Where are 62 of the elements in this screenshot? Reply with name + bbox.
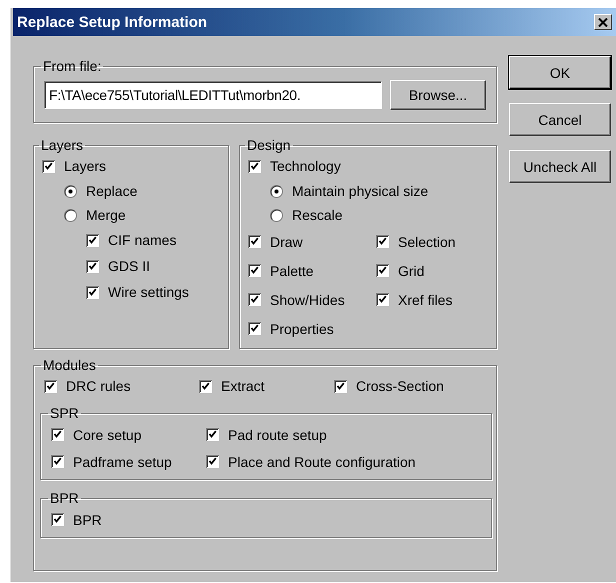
checkbox[interactable]: [248, 235, 261, 248]
radio-label: Replace: [86, 183, 138, 199]
checkbox-label: Grid: [398, 262, 424, 278]
checkbox-label: Show/Hides: [270, 292, 345, 308]
checkbox[interactable]: [86, 286, 99, 298]
group-label: Design: [246, 137, 292, 153]
checkbox[interactable]: [334, 380, 347, 392]
radio-button[interactable]: [64, 208, 77, 222]
group-label: Layers: [40, 137, 84, 153]
checkbox-label: DRC rules: [66, 378, 131, 394]
checkbox[interactable]: [51, 455, 64, 468]
checkbox[interactable]: [51, 513, 64, 526]
checkbox-label: Technology: [270, 158, 341, 174]
checkbox-label: Properties: [270, 320, 334, 336]
checkbox-label: Pad route setup: [228, 426, 327, 442]
checkbox[interactable]: [44, 380, 57, 392]
radio-label: Rescale: [292, 207, 343, 223]
checkbox[interactable]: [248, 293, 261, 306]
checkbox-label: Xref files: [398, 292, 452, 308]
checkbox-label: Selection: [398, 234, 456, 250]
checkbox[interactable]: [42, 160, 55, 172]
checkbox[interactable]: [86, 234, 99, 246]
browse-button[interactable]: Browse...: [390, 80, 486, 110]
dialog-button[interactable]: Cancel: [509, 103, 611, 136]
radio-label: Maintain physical size: [292, 183, 428, 199]
checkbox-label: Extract: [221, 378, 265, 394]
close-icon: [598, 18, 608, 26]
checkbox[interactable]: [376, 264, 389, 277]
checkbox[interactable]: [376, 293, 389, 306]
group-label: From file:: [42, 58, 102, 74]
checkbox[interactable]: [248, 264, 261, 277]
checkbox-label: Cross-Section: [356, 378, 444, 394]
checkbox-label: Draw: [270, 234, 303, 250]
checkbox-label: BPR: [73, 512, 102, 528]
checkbox[interactable]: [51, 428, 64, 441]
checkbox[interactable]: [206, 455, 219, 468]
checkbox-label: CIF names: [108, 232, 176, 248]
checkbox-label: Core setup: [73, 426, 142, 442]
checkbox-label: Layers: [64, 158, 106, 174]
group-label: BPR: [49, 490, 80, 506]
group-label: SPR: [49, 405, 80, 421]
checkbox[interactable]: [86, 260, 99, 272]
checkbox[interactable]: [199, 380, 212, 392]
checkbox[interactable]: [248, 160, 261, 172]
checkbox[interactable]: [206, 428, 219, 441]
radio-button[interactable]: [270, 184, 283, 198]
radio-button[interactable]: [270, 208, 283, 222]
close-button[interactable]: [594, 14, 612, 30]
checkbox-label: Wire settings: [108, 284, 189, 300]
checkbox-label: Place and Route configuration: [228, 454, 416, 470]
checkbox-label: Padframe setup: [73, 454, 172, 470]
window-title: Replace Setup Information: [17, 14, 208, 30]
group-label: Modules: [42, 357, 97, 373]
checkbox-label: GDS II: [108, 258, 150, 274]
radio-button[interactable]: [64, 184, 77, 198]
checkbox-label: Palette: [270, 262, 314, 278]
dialog-button[interactable]: OK: [509, 56, 611, 89]
checkbox[interactable]: [376, 235, 389, 248]
radio-label: Merge: [86, 207, 126, 223]
checkbox[interactable]: [248, 322, 261, 335]
dialog-button[interactable]: Uncheck All: [509, 150, 611, 183]
file-path-field[interactable]: F:\TA\ece755\Tutorial\LEDITTut\morbn20.: [44, 81, 382, 109]
